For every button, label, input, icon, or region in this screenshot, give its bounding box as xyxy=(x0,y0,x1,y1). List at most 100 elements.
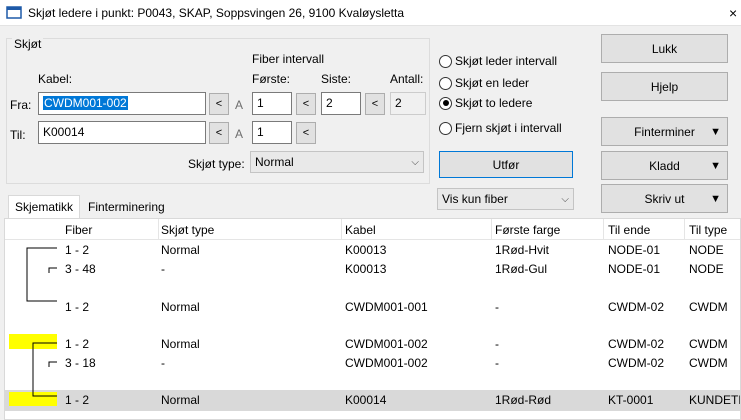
radio-fjern-skjot[interactable]: Fjern skjøt i intervall xyxy=(439,121,562,135)
dropdown-arrow-icon: ▼ xyxy=(710,192,721,205)
chevron-down-icon: ⌵ xyxy=(561,193,569,205)
header-til-type[interactable]: Til type xyxy=(689,223,727,239)
kladd-button[interactable]: Kladd ▼ xyxy=(601,151,728,180)
table-row-selected[interactable]: 1 - 2 Normal K00014 1Rød-Rød KT-0001 KUN… xyxy=(5,390,740,411)
cell-fiber: 1 - 2 xyxy=(65,337,90,351)
dropdown-arrow-icon: ▼ xyxy=(710,159,721,172)
fra-label: Fra: xyxy=(10,98,32,112)
til-forste-input[interactable]: 1 xyxy=(252,121,292,144)
window-title: Skjøt ledere i punkt: P0043, SKAP, Sopps… xyxy=(28,5,405,20)
antall-field: 2 xyxy=(390,92,426,115)
radio-skjot-to-ledere[interactable]: Skjøt to ledere xyxy=(439,96,532,110)
utfor-button[interactable]: Utfør xyxy=(439,151,573,178)
skjematikk-panel: Fiber Skjøt type Kabel Første farge Til … xyxy=(4,218,741,420)
kabel-label: Kabel: xyxy=(38,72,73,86)
cell-forste-farge: 1Rød-Gul xyxy=(495,262,548,276)
til-kabel-input[interactable]: K00014 xyxy=(38,121,206,144)
cell-skjot-type: - xyxy=(161,356,165,370)
cell-skjot-type: Normal xyxy=(161,243,200,257)
cell-kabel: CWDM001-002 xyxy=(345,356,428,370)
tab-skjematikk[interactable]: Skjematikk xyxy=(8,195,81,220)
cell-skjot-type: Normal xyxy=(161,300,200,314)
cell-fiber: 1 - 2 xyxy=(65,243,90,257)
table-row[interactable]: 3 - 18 - CWDM001-002 - CWDM-02 CWDM xyxy=(5,353,740,373)
lukk-button[interactable]: Lukk xyxy=(601,34,728,63)
cell-skjot-type: Normal xyxy=(161,393,200,407)
cell-til-ende: CWDM-02 xyxy=(608,300,664,314)
vis-kun-value: Vis kun fiber xyxy=(442,192,508,206)
radio-circle xyxy=(439,121,452,135)
cell-forste-farge: 1Rød-Hvit xyxy=(495,243,550,257)
cell-kabel: K00013 xyxy=(345,262,387,276)
cell-kabel: CWDM001-001 xyxy=(345,300,428,314)
cell-til-type: CWDM xyxy=(689,337,728,351)
cell-forste-farge: - xyxy=(495,300,499,314)
header-kabel[interactable]: Kabel xyxy=(345,223,376,239)
radio-skjot-en-leder[interactable]: Skjøt en leder xyxy=(439,76,529,90)
title-bar: Skjøt ledere i punkt: P0043, SKAP, Sopps… xyxy=(0,0,741,26)
radio-label: Skjøt to ledere xyxy=(455,96,533,110)
close-icon[interactable]: × xyxy=(729,0,741,26)
cell-kabel: K00013 xyxy=(345,243,387,257)
chevron-down-icon: ⌵ xyxy=(411,156,419,168)
fra-forste-prev-button[interactable]: < xyxy=(296,93,316,115)
fiber-interval-label: Fiber intervall xyxy=(252,52,325,66)
vis-kun-select[interactable]: Vis kun fiber ⌵ xyxy=(437,188,574,210)
cell-skjot-type: Normal xyxy=(161,337,200,351)
radio-circle xyxy=(439,54,452,68)
header-skjot-type[interactable]: Skjøt type xyxy=(161,223,214,239)
dropdown-arrow-icon: ▼ xyxy=(710,125,721,138)
radio-circle xyxy=(439,96,452,110)
fra-a-label: A xyxy=(235,98,244,112)
app-icon xyxy=(6,5,22,21)
til-label: Til: xyxy=(10,128,26,142)
cell-fiber: 1 - 2 xyxy=(65,393,90,407)
table-row[interactable]: 1 - 2 Normal K00013 1Rød-Hvit NODE-01 NO… xyxy=(5,240,740,260)
header-forste-farge[interactable]: Første farge xyxy=(495,223,560,239)
fra-forste-input[interactable]: 1 xyxy=(252,92,292,115)
skjot-type-label: Skjøt type: xyxy=(188,157,245,171)
cell-til-ende: NODE-01 xyxy=(608,262,661,276)
tab-finterminering[interactable]: Finterminering xyxy=(82,196,171,220)
fra-siste-prev-button[interactable]: < xyxy=(365,93,385,115)
cell-fiber: 3 - 48 xyxy=(65,262,96,276)
cell-til-type: CWDM xyxy=(689,356,728,370)
cell-til-ende: NODE-01 xyxy=(608,243,661,257)
header-til-ende[interactable]: Til ende xyxy=(608,223,650,239)
skriv-ut-label: Skriv ut xyxy=(644,191,685,206)
fra-siste-input[interactable]: 2 xyxy=(321,92,361,115)
skjot-type-value: Normal xyxy=(255,155,294,169)
cell-forste-farge: 1Rød-Rød xyxy=(495,393,552,407)
finterminer-button[interactable]: Finterminer ▼ xyxy=(601,117,728,146)
kladd-label: Kladd xyxy=(649,158,680,173)
cell-forste-farge: - xyxy=(495,356,499,370)
cell-kabel: CWDM001-002 xyxy=(345,337,428,351)
group-label: Skjøt xyxy=(12,37,44,51)
finterminer-label: Finterminer xyxy=(634,124,695,139)
cell-til-type: NODE xyxy=(689,243,724,257)
radio-label: Skjøt en leder xyxy=(455,76,530,90)
cell-forste-farge: - xyxy=(495,337,499,351)
cell-til-type: CWDM xyxy=(689,300,728,314)
til-a-label: A xyxy=(235,127,244,141)
fra-kabel-input[interactable]: CWDM001-002 xyxy=(38,92,206,115)
skriv-ut-button[interactable]: Skriv ut ▼ xyxy=(601,184,728,213)
skjot-type-select[interactable]: Normal ⌵ xyxy=(250,151,424,173)
cell-kabel: K00014 xyxy=(345,393,387,407)
radio-skjot-leder-intervall[interactable]: Skjøt leder intervall xyxy=(439,54,557,68)
table-row[interactable]: 1 - 2 Normal CWDM001-001 - CWDM-02 CWDM xyxy=(5,297,740,317)
table-row[interactable]: 3 - 48 - K00013 1Rød-Gul NODE-01 NODE xyxy=(5,259,740,279)
radio-label: Skjøt leder intervall xyxy=(455,54,558,68)
siste-label: Siste: xyxy=(321,72,352,86)
header-fiber[interactable]: Fiber xyxy=(65,223,92,239)
til-forste-prev-button[interactable]: < xyxy=(296,122,316,144)
table-row[interactable]: 1 - 2 Normal CWDM001-002 - CWDM-02 CWDM xyxy=(5,334,740,354)
schematic-diagram-tail xyxy=(32,389,57,397)
cell-skjot-type: - xyxy=(161,262,165,276)
forste-label: Første: xyxy=(252,72,290,86)
cell-til-ende: CWDM-02 xyxy=(608,337,664,351)
til-kabel-prev-button[interactable]: < xyxy=(209,122,229,144)
hjelp-button[interactable]: Hjelp xyxy=(601,72,728,101)
fra-kabel-prev-button[interactable]: < xyxy=(209,93,229,115)
radio-label: Fjern skjøt i intervall xyxy=(455,121,562,135)
